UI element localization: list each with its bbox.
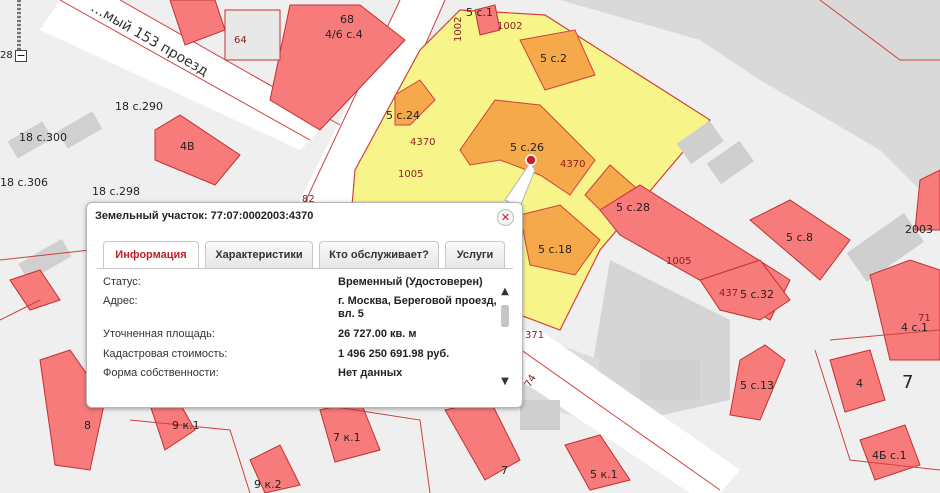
scroll-up-icon[interactable]: ▲: [498, 285, 512, 299]
zoom-level: 28: [0, 50, 13, 61]
label-437: 437: [719, 288, 738, 299]
label-64: 64: [234, 35, 247, 46]
label-5c26: 5 с.26: [510, 141, 544, 154]
parcel-info-popup: Земельный участок: 77:07:0002003:4370 ✕ …: [86, 202, 523, 408]
label-9k1: 9 к.1: [172, 419, 200, 432]
label-68: 68: [340, 13, 354, 26]
info-value: 1 496 250 691.98 руб.: [338, 348, 450, 360]
label-1005-b: 1005: [666, 256, 691, 267]
label-7: 7: [501, 464, 508, 477]
info-key: Форма собственности:: [103, 367, 219, 379]
label-5c13: 5 с.13: [740, 379, 774, 392]
label-7-big: 7: [902, 372, 913, 393]
label-8: 8: [84, 419, 91, 432]
label-4: 4: [856, 377, 863, 390]
zoom-control: 28 −: [0, 0, 30, 66]
label-7k1: 7 к.1: [333, 431, 361, 444]
label-4370-a: 4370: [410, 137, 435, 148]
tab-information[interactable]: Информация: [103, 241, 199, 269]
label-371: 371: [525, 330, 544, 341]
label-1002-vertical: 1002: [453, 17, 464, 42]
label-4v: 4В: [180, 140, 195, 153]
info-value: г. Москва, Береговой проезд, вл. 5: [338, 295, 497, 320]
label-18c300: 18 с.300: [19, 131, 67, 144]
info-panel: Статус: Временный (Удостоверен) Адрес: г…: [97, 268, 513, 399]
label-18c298: 18 с.298: [92, 185, 140, 198]
label-5c32: 5 с.32: [740, 288, 774, 301]
label-5k1: 5 к.1: [590, 468, 618, 481]
popup-tabs: Информация Характеристики Кто обслуживае…: [103, 241, 507, 269]
label-4c1: 4 с.1: [901, 321, 928, 334]
label-5c1: 5 с.1: [466, 6, 493, 19]
label-1002: 1002: [497, 21, 522, 32]
label-5c8: 5 с.8: [786, 231, 813, 244]
label-46c4: 4/6 с.4: [325, 28, 363, 41]
label-1005-a: 1005: [398, 169, 423, 180]
close-icon[interactable]: ✕: [497, 209, 514, 226]
tab-characteristics[interactable]: Характеристики: [205, 241, 313, 268]
info-scrollbar[interactable]: ▲ ▼: [498, 285, 512, 389]
label-5c18: 5 с.18: [538, 243, 572, 256]
popup-title: Земельный участок: 77:07:0002003:4370: [95, 210, 314, 222]
tab-services[interactable]: Услуги: [445, 241, 505, 268]
location-marker-icon[interactable]: [525, 154, 537, 166]
tab-who-serves[interactable]: Кто обслуживает?: [319, 241, 439, 268]
info-key: Адрес:: [103, 295, 138, 307]
info-key: Кадастровая стоимость:: [103, 348, 228, 360]
label-2003: 2003: [905, 223, 933, 236]
info-value: Временный (Удостоверен): [338, 276, 483, 288]
label-4bc1: 4Б с.1: [872, 449, 907, 462]
zoom-out-button[interactable]: −: [15, 50, 27, 62]
scroll-down-icon[interactable]: ▼: [498, 375, 512, 389]
label-5c28: 5 с.28: [616, 201, 650, 214]
info-value: Нет данных: [338, 367, 403, 379]
label-5c24: 5 с.24: [386, 109, 420, 122]
info-key: Статус:: [103, 276, 141, 288]
label-18c306: 18 с.306: [0, 176, 48, 189]
zoom-slider[interactable]: [17, 0, 21, 50]
label-5c2: 5 с.2: [540, 52, 567, 65]
label-9k2: 9 к.2: [254, 478, 282, 491]
info-value: 26 727.00 кв. м: [338, 328, 417, 340]
label-4370-b: 4370: [560, 159, 585, 170]
scroll-thumb[interactable]: [501, 305, 509, 327]
label-18c290: 18 с.290: [115, 100, 163, 113]
info-key: Уточненная площадь:: [103, 328, 215, 340]
